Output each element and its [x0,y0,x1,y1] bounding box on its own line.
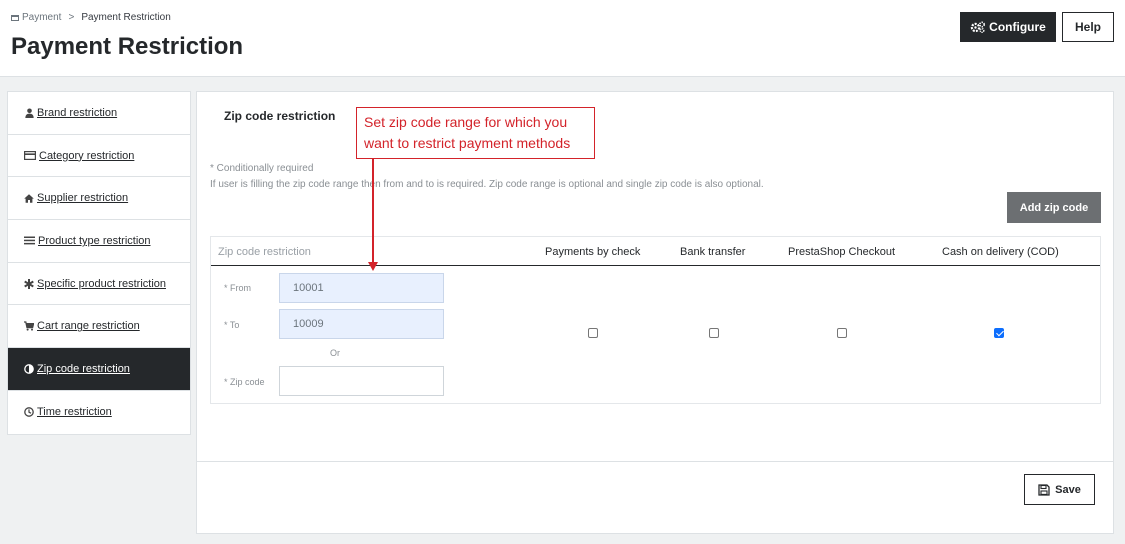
single-zip-input[interactable] [279,366,444,396]
header-divider [211,265,1100,266]
sidebar-item-label: Brand restriction [37,106,118,119]
sidebar-item-supplier[interactable]: Supplier restriction [8,177,190,221]
sidebar-item-label: Time restriction [37,406,112,419]
breadcrumb-separator: > [68,12,75,23]
column-header-zip-code: Zip code restriction [218,246,311,258]
sidebar-item-label: Specific product restriction [37,277,166,290]
zip-code-label: * Zip code [224,377,265,387]
zip-code-panel: Zip code restriction * Conditionally req… [196,91,1114,534]
home-icon [24,193,34,203]
from-zip-input[interactable] [279,273,444,303]
floppy-disk-icon [1038,483,1050,496]
user-icon [24,108,34,118]
from-label: * From [224,283,251,293]
zip-restriction-table: Zip code restriction Payments by check B… [210,236,1101,404]
half-circle-icon [24,364,34,374]
payments-by-check-checkbox[interactable] [588,328,598,338]
sidebar-item-label: Category restriction [39,149,135,162]
panel-title: Zip code restriction [224,109,336,123]
save-button[interactable]: Save [1024,474,1095,505]
payment-icon [11,14,19,21]
page-header: Payment > Payment Restriction Payment Re… [0,0,1125,77]
clock-icon [24,407,34,418]
sidebar-item-cart-range[interactable]: Cart range restriction [8,305,190,349]
sidebar-item-category[interactable]: Category restriction [8,135,190,178]
bank-transfer-checkbox[interactable] [709,328,719,338]
add-zip-code-button[interactable]: Add zip code [1007,192,1101,223]
panel-footer-divider [197,461,1113,462]
save-label: Save [1055,483,1081,496]
sidebar-item-zip-code[interactable]: Zip code restriction [8,348,190,391]
configure-label: Configure [989,20,1046,34]
cart-icon [24,321,34,331]
sidebar-item-product-type[interactable]: Product type restriction [8,220,190,263]
sidebar-item-label: Zip code restriction [37,362,130,375]
column-header-bank-transfer: Bank transfer [680,246,746,258]
sidebar-item-time[interactable]: Time restriction [8,391,190,434]
annotation-arrow-line [372,159,374,263]
gears-icon [970,21,986,33]
sidebar-item-label: Supplier restriction [37,192,129,205]
sidebar-item-specific-product[interactable]: Specific product restriction [8,263,190,306]
sidebar-item-label: Cart range restriction [37,320,140,333]
help-button[interactable]: Help [1062,12,1114,42]
description-note: If user is filling the zip code range th… [210,179,764,190]
column-header-prestashop-checkout: PrestaShop Checkout [788,246,896,258]
asterisk-icon [24,278,34,289]
prestashop-checkout-checkbox[interactable] [837,328,847,338]
or-label: Or [330,348,340,358]
page-title: Payment Restriction [11,33,244,60]
sidebar: Brand restriction Category restriction S… [7,91,191,435]
to-zip-input[interactable] [279,309,444,339]
sidebar-item-label: Product type restriction [38,234,151,247]
column-header-cash-on-delivery: Cash on delivery (COD) [942,246,1059,258]
cash-on-delivery-checkbox[interactable] [994,328,1004,338]
required-note: * Conditionally required [210,163,314,174]
annotation-callout: Set zip code range for which you want to… [356,107,595,159]
credit-card-icon [24,151,36,161]
column-header-payments-by-check: Payments by check [545,246,641,258]
to-label: * To [224,320,240,330]
breadcrumb-parent-link[interactable]: Payment [22,12,61,23]
annotation-arrow-head [367,262,378,271]
list-icon [24,236,35,246]
sidebar-item-brand[interactable]: Brand restriction [8,92,190,135]
configure-button[interactable]: Configure [960,12,1056,42]
breadcrumb: Payment > Payment Restriction [11,12,171,23]
breadcrumb-current: Payment Restriction [81,12,171,23]
